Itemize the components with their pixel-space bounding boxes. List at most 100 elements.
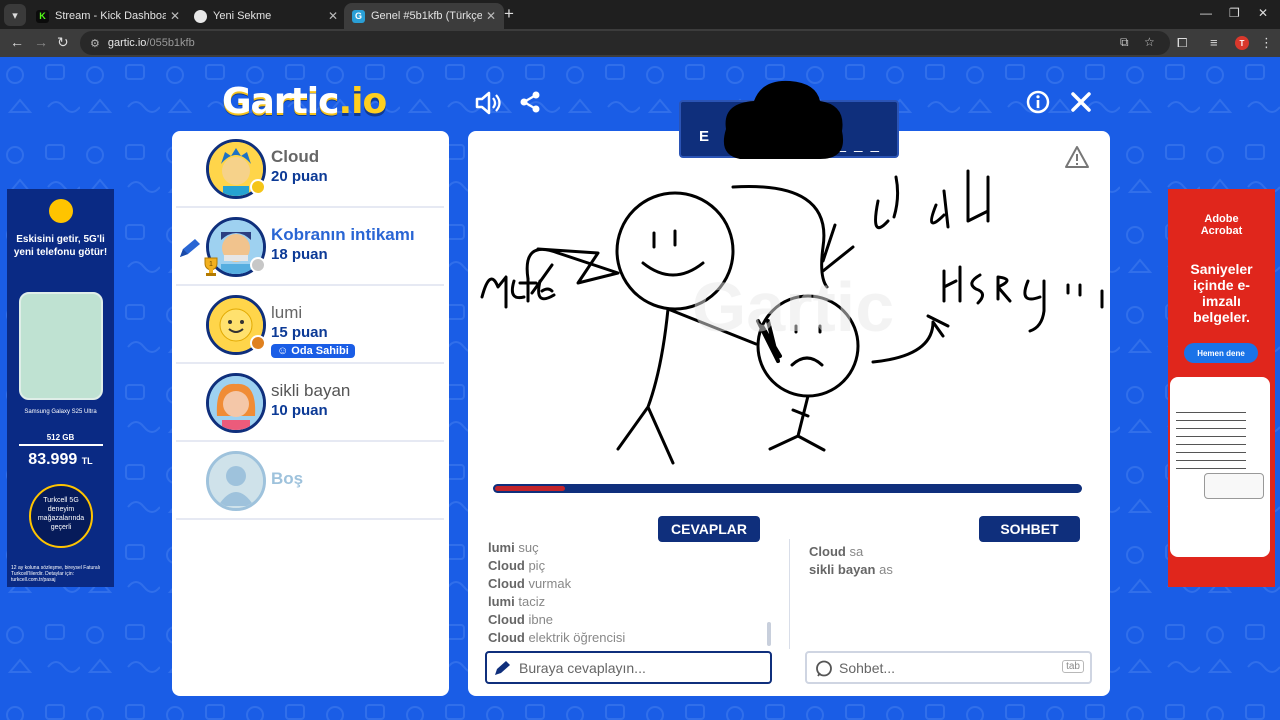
ad-storage: 512 GB bbox=[46, 433, 75, 442]
trophy-icon: 1 bbox=[204, 257, 218, 276]
install-icon[interactable]: ⧉ bbox=[1120, 35, 1129, 50]
document-preview-image bbox=[1170, 377, 1270, 557]
table-lines bbox=[1176, 405, 1246, 475]
extensions-icon[interactable]: ⧠ bbox=[1177, 35, 1187, 51]
answers-scrollbar[interactable] bbox=[767, 622, 771, 646]
bookmark-star-icon[interactable]: ☆ bbox=[1144, 35, 1155, 49]
player-name: sikli bayan bbox=[271, 381, 351, 400]
site-info-icon[interactable]: ⚙ bbox=[90, 37, 100, 50]
ad-cta-button[interactable]: Hemen dene bbox=[1184, 343, 1258, 363]
drawing-strokes: Gartic bbox=[480, 169, 1104, 465]
players-panel: Cloud 20 puan 1 Kobranın intikamı 18 pua… bbox=[172, 131, 449, 696]
address-bar[interactable]: ⚙ gartic.io/055b1kfb ⧉ ☆ bbox=[80, 31, 1170, 55]
drawing-pencil-icon bbox=[180, 239, 200, 257]
info-icon[interactable] bbox=[1026, 90, 1050, 114]
list-item: Cloud sa bbox=[809, 544, 864, 559]
word-hint-letter: E bbox=[699, 128, 710, 145]
list-item: sikli bayan as bbox=[809, 562, 893, 577]
reload-icon[interactable]: ↻ bbox=[57, 34, 69, 51]
empty-slot-label: Boş bbox=[271, 469, 304, 488]
player-row[interactable]: lumi 15 puan ☺ Oda Sahibi bbox=[176, 287, 444, 364]
player-score: 15 puan bbox=[271, 324, 328, 341]
empty-user-icon bbox=[209, 454, 263, 508]
chat-input[interactable] bbox=[839, 658, 1069, 678]
player-row[interactable]: sikli bayan 10 puan bbox=[176, 365, 444, 442]
redaction-cloud bbox=[723, 80, 844, 159]
player-avatar-icon bbox=[209, 376, 263, 430]
tab-search-button[interactable]: ▾ bbox=[4, 4, 26, 26]
sound-icon[interactable] bbox=[474, 90, 502, 116]
close-tab-icon[interactable]: ✕ bbox=[328, 9, 338, 23]
right-advertisement[interactable]: Adobe Acrobat Saniyeler içinde e-imzalı … bbox=[1168, 189, 1275, 587]
tab-title: Genel #5b1kfb (Türkçe) - Gartic bbox=[371, 10, 482, 22]
tab-key-hint: tab bbox=[1062, 660, 1084, 673]
pencil-icon bbox=[495, 661, 510, 675]
list-item: Cloud vurmak bbox=[488, 576, 572, 591]
forward-icon[interactable]: → bbox=[34, 34, 48, 50]
canvas-watermark: Gartic bbox=[692, 268, 894, 346]
room-owner-badge: ☺ Oda Sahibi bbox=[271, 344, 355, 358]
back-icon[interactable]: ← bbox=[10, 34, 24, 50]
round-timer-fill bbox=[495, 486, 565, 491]
status-dot bbox=[250, 257, 266, 273]
chat-list: Cloud sa sikli bayan as bbox=[809, 543, 1089, 579]
restore-icon[interactable]: ❐ bbox=[1229, 6, 1240, 20]
drawing-canvas[interactable]: Gartic bbox=[468, 131, 1110, 563]
media-controls-icon[interactable]: ≡ bbox=[1210, 35, 1218, 50]
gartic-logo[interactable]: Gartic.io bbox=[222, 81, 387, 122]
tab-title: Stream - Kick Dashboard bbox=[55, 10, 166, 22]
chat-bubble-icon bbox=[816, 660, 832, 677]
player-row[interactable]: 1 Kobranın intikamı 18 puan bbox=[176, 209, 444, 286]
ad-brand: Adobe Acrobat bbox=[1200, 213, 1243, 237]
browser-toolbar: ← → ↻ ⚙ gartic.io/055b1kfb ⧉ ☆ ⧠ ≡ T ⋮ bbox=[0, 29, 1280, 57]
report-warning-icon[interactable] bbox=[1064, 145, 1090, 169]
tab-title: Yeni Sekme bbox=[213, 10, 272, 22]
ad-headline: Eskisini getir, 5G'li yeni telefonu götü… bbox=[13, 234, 108, 258]
svg-text:1: 1 bbox=[209, 261, 213, 268]
player-score: 10 puan bbox=[271, 402, 328, 419]
list-item: lumi taciz bbox=[488, 594, 546, 609]
browser-tab-gartic[interactable]: G Genel #5b1kfb (Türkçe) - Gartic ✕ bbox=[344, 3, 504, 29]
ad-circle: Turkcell 5G deneyim mağazalarında geçerl… bbox=[29, 484, 93, 548]
url-text: gartic.io/055b1kfb bbox=[107, 37, 195, 49]
share-icon[interactable] bbox=[518, 90, 542, 114]
list-item: Cloud piç bbox=[488, 558, 546, 573]
close-tab-icon[interactable]: ✕ bbox=[170, 9, 180, 23]
player-score: 20 puan bbox=[271, 168, 328, 185]
close-icon[interactable] bbox=[1069, 90, 1093, 114]
tab-chat[interactable]: SOHBET bbox=[979, 516, 1080, 542]
answer-field[interactable] bbox=[485, 651, 772, 684]
empty-player-slot[interactable]: Boş bbox=[176, 443, 444, 520]
list-item: lumi suç bbox=[488, 540, 539, 555]
ad-product: Samsung Galaxy S25 Ultra bbox=[24, 409, 97, 415]
browser-tab-strip: ▾ K Stream - Kick Dashboard ✕ Yeni Sekme… bbox=[0, 0, 1280, 29]
answer-input[interactable] bbox=[519, 658, 749, 678]
ad-circle-text: Turkcell 5G deneyim mağazalarında geçerl… bbox=[37, 497, 85, 531]
player-name: Kobranın intikamı bbox=[271, 225, 415, 244]
minimize-icon[interactable]: — bbox=[1200, 6, 1212, 20]
signature-box bbox=[1204, 473, 1264, 499]
ad-divider bbox=[19, 444, 103, 446]
new-tab-button[interactable]: + bbox=[504, 5, 514, 22]
kick-favicon-icon: K bbox=[36, 9, 49, 23]
player-row[interactable]: Cloud 20 puan bbox=[176, 131, 444, 208]
profile-avatar[interactable]: T bbox=[1235, 36, 1249, 50]
status-dot bbox=[250, 179, 266, 195]
left-advertisement[interactable]: Eskisini getir, 5G'li yeni telefonu götü… bbox=[7, 189, 114, 587]
player-name: lumi bbox=[271, 303, 303, 322]
menu-kebab-icon[interactable]: ⋮ bbox=[1260, 35, 1273, 51]
browser-tab-new[interactable]: Yeni Sekme ✕ bbox=[186, 3, 346, 29]
avatar bbox=[206, 373, 266, 433]
close-tab-icon[interactable]: ✕ bbox=[486, 9, 496, 23]
ad-price: 83.999 TL bbox=[28, 451, 93, 468]
chrome-favicon-icon bbox=[194, 9, 207, 23]
answers-list: lumi suç Cloud piç Cloud vurmak lumi tac… bbox=[488, 539, 768, 647]
chat-field[interactable]: tab bbox=[805, 651, 1092, 684]
list-item: Cloud ibne bbox=[488, 612, 554, 627]
browser-tab-kick[interactable]: K Stream - Kick Dashboard ✕ bbox=[28, 3, 188, 29]
status-dot bbox=[250, 335, 266, 351]
close-window-icon[interactable]: ✕ bbox=[1258, 6, 1268, 20]
list-item: Cloud elektrik öğrencisi bbox=[488, 630, 626, 645]
ad-fine-print: 12 ay koluna sözleşme, bireysel Faturalı… bbox=[11, 565, 101, 583]
player-name: Cloud bbox=[271, 147, 320, 166]
